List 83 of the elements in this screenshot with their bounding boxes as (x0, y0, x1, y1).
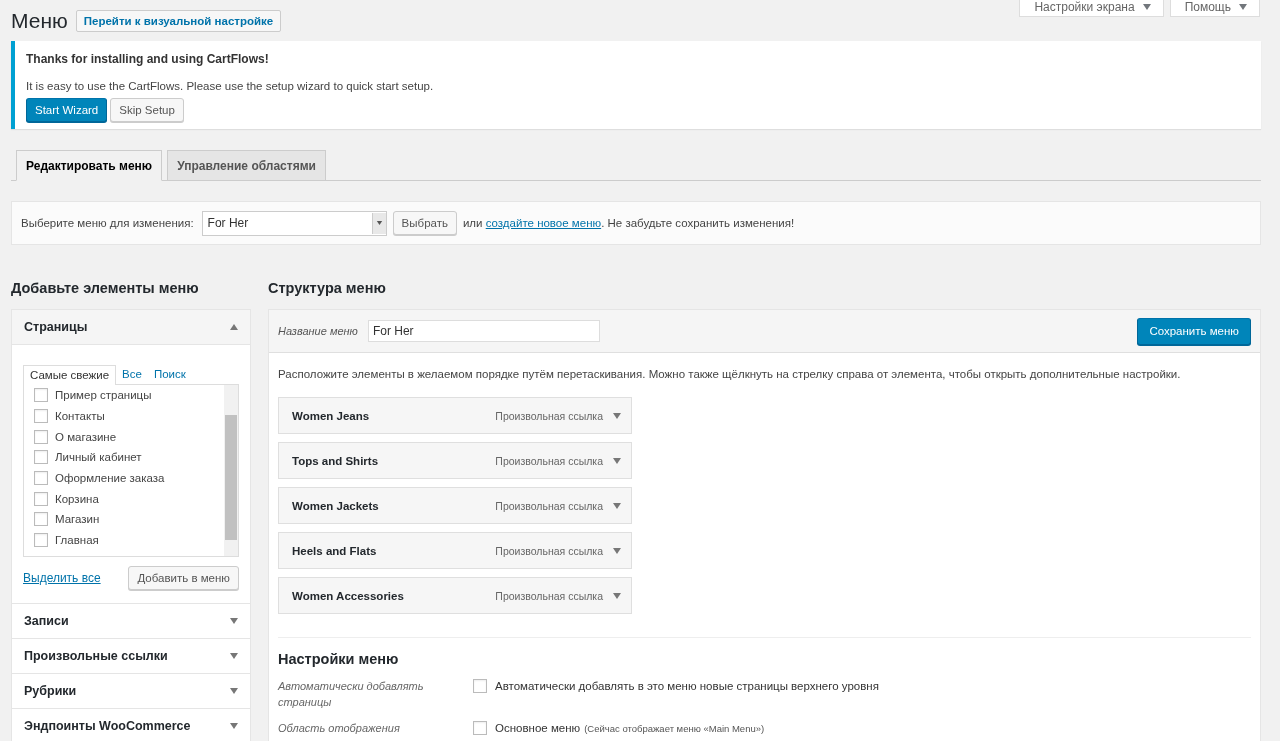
expand-arrow-icon (613, 502, 621, 509)
setting-label: Область отображения (278, 721, 401, 736)
instructions-text: Расположите элементы в желаемом порядке путём перетаскивания. Можно также щёлкнуть на стрелку справа от элемента, чтобы открыть дополнительные настройки. (278, 368, 1182, 380)
expand-arrow-icon (230, 653, 238, 659)
expand-arrow-icon (230, 723, 238, 729)
menu-item-title: Women Accessories (292, 589, 405, 602)
checkbox-label[interactable]: О магазине (55, 430, 117, 443)
tab[interactable]: Все (116, 364, 148, 384)
checkbox-label[interactable]: Корзина (55, 492, 99, 505)
select-all-link[interactable]: Выделить все (23, 571, 101, 585)
menu-item[interactable]: Women Jeans Произвольная ссылка (278, 397, 632, 434)
menu-item-title: Women Jackets (292, 499, 380, 512)
accordion-header[interactable]: Рубрики (12, 674, 250, 708)
setting-label: Автоматически добавлять страницы (278, 679, 425, 710)
checkbox-label[interactable]: Магазин (55, 513, 100, 526)
save-menu-button[interactable]: Сохранить меню (1137, 317, 1251, 345)
checkbox-label[interactable]: Главная (55, 534, 99, 547)
tab[interactable]: Редактировать меню (16, 150, 163, 181)
tab[interactable]: Поиск (147, 364, 192, 384)
section-title: Структура меню (268, 280, 387, 296)
page-title: Меню (11, 8, 68, 33)
menu-item-type: Произвольная ссылка (495, 409, 603, 422)
screen-meta-tab[interactable]: Помощь (1169, 0, 1260, 17)
checkbox[interactable] (34, 450, 48, 465)
expand-arrow-icon (613, 457, 621, 464)
dropdown-arrow-icon (375, 221, 383, 225)
customize-button[interactable]: Перейти к визуальной настройке (75, 9, 282, 32)
checkbox[interactable] (34, 409, 48, 424)
menu-name-label: Название меню (278, 325, 358, 337)
accordion-header[interactable]: Произвольные ссылки (12, 639, 250, 673)
checkbox[interactable] (34, 533, 48, 548)
menu-item-title: Women Jeans (292, 409, 371, 422)
checkbox[interactable] (34, 388, 48, 403)
expand-arrow-icon (230, 688, 238, 694)
checkbox-label[interactable]: Автоматически добавлять в это меню новые страницы верхнего уровня (495, 680, 879, 692)
menu-item-title: Tops and Shirts (292, 454, 380, 467)
expand-arrow-icon (613, 412, 621, 419)
screen-meta-tab[interactable]: Настройки экрана (1019, 0, 1164, 17)
menu-item[interactable]: Heels and Flats Произвольная ссылка (278, 532, 632, 569)
menu-item-type: Произвольная ссылка (495, 544, 603, 557)
caret-icon (1142, 4, 1151, 10)
note-text: (Сейчас отображает меню «Main Menu») (584, 722, 765, 734)
menu-select[interactable]: For Her (201, 210, 387, 236)
checkbox[interactable] (34, 491, 48, 506)
checkbox[interactable] (473, 679, 487, 693)
expand-arrow-icon (613, 592, 621, 599)
menu-item[interactable]: Women Jackets Произвольная ссылка (278, 487, 632, 524)
section-title: Добавьте элементы меню (11, 280, 200, 296)
tab[interactable]: Самые свежие (23, 365, 117, 385)
checkbox-label[interactable]: Основное меню (495, 722, 581, 734)
notice-title: Thanks for installing and using CartFlows! (26, 52, 270, 66)
accordion-header[interactable]: Страницы (12, 310, 250, 345)
start-wizard-button[interactable]: Start Wizard (26, 98, 108, 122)
accordion-header[interactable]: Записи (12, 604, 250, 638)
checkbox[interactable] (34, 429, 48, 444)
caret-icon (1239, 4, 1247, 10)
checkbox-label[interactable]: Личный кабинет (55, 451, 142, 464)
checkbox[interactable] (473, 721, 487, 735)
select-button[interactable]: Выбрать (392, 211, 457, 235)
add-to-menu-button[interactable]: Добавить в меню (128, 566, 239, 590)
expand-arrow-icon (613, 547, 621, 554)
menu-item-title: Heels and Flats (292, 544, 378, 557)
scrollbar[interactable] (224, 385, 238, 556)
checkbox-label[interactable]: Контакты (55, 410, 105, 423)
menu-name-field[interactable]: For Her (367, 320, 600, 342)
menu-item-type: Произвольная ссылка (495, 589, 603, 602)
menu-item[interactable]: Tops and Shirts Произвольная ссылка (278, 442, 632, 479)
accordion-header[interactable]: Эндпоинты WooCommerce (12, 709, 250, 741)
checkbox[interactable] (34, 471, 48, 486)
notice-message: It is easy to use the CartFlows. Please use the setup wizard to quick start setup. (26, 80, 435, 92)
settings-title: Настройки меню (278, 651, 400, 667)
menu-item-type: Произвольная ссылка (495, 499, 603, 512)
checkbox-label[interactable]: Оформление заказа (55, 472, 165, 485)
collapse-arrow-icon (230, 324, 238, 330)
menu-item-type: Произвольная ссылка (495, 454, 603, 467)
skip-setup-button[interactable]: Skip Setup (110, 98, 184, 122)
hint-text: или создайте новое меню. Не забудьте сохранить изменения! (462, 217, 795, 229)
checkbox[interactable] (34, 512, 48, 527)
select-label: Выберите меню для изменения: (21, 217, 194, 229)
expand-arrow-icon (230, 618, 238, 624)
menu-item[interactable]: Women Accessories Произвольная ссылка (278, 577, 632, 614)
checkbox-label[interactable]: Пример страницы (55, 389, 152, 402)
tab[interactable]: Управление областями (167, 150, 326, 181)
